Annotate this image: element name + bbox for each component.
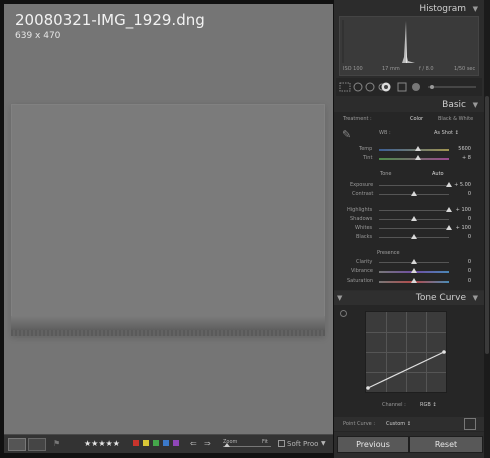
treatment-bw-option[interactable]: Black & White (438, 116, 473, 122)
exposure-label: Exposure (350, 182, 374, 188)
histogram-title: Histogram (419, 4, 466, 14)
develop-right-panel: Histogram ▼ ISO 100 17 mm f / 8.0 1/50 s… (334, 0, 484, 458)
shadows-value[interactable]: 0 (441, 216, 471, 222)
saturation-value[interactable]: 0 (441, 278, 471, 284)
contrast-knob[interactable] (411, 191, 417, 196)
tone-curve-header[interactable]: ▼ Tone Curve ▼ (334, 291, 484, 305)
color-label-yellow[interactable] (143, 440, 149, 446)
color-label-red[interactable] (133, 440, 139, 446)
histogram-aperture: f / 8.0 (419, 66, 434, 72)
histogram-focal: 17 mm (382, 66, 400, 72)
treatment-label: Treatment : (343, 116, 372, 122)
channel-select[interactable]: RGB ↕ (420, 402, 437, 408)
tint-value[interactable]: + 8 (441, 155, 471, 161)
edit-point-curve-icon[interactable] (464, 418, 476, 430)
collapse-triangle-icon[interactable]: ▼ (473, 98, 478, 112)
eyedropper-icon[interactable]: ✎ (342, 128, 351, 141)
wb-select[interactable]: As Shot ↕ (434, 130, 459, 136)
star-rating[interactable]: ★★★★★ (84, 439, 120, 449)
presence-label: Presence (377, 250, 400, 256)
saturation-label: Saturation (347, 278, 374, 284)
contrast-value[interactable]: 0 (441, 191, 471, 197)
collapse-triangle-icon[interactable]: ▼ (473, 2, 478, 16)
clarity-label: Clarity (356, 259, 373, 265)
vibrance-label: Vibrance (351, 268, 373, 274)
highlights-slider[interactable] (379, 210, 449, 211)
color-label-blue[interactable] (163, 440, 169, 446)
histogram-iso: ISO 100 (343, 66, 363, 72)
point-curve-label: Point Curve : (343, 421, 376, 427)
loupe-view-icon[interactable] (8, 438, 26, 451)
curve-toggle-icon[interactable]: ▼ (337, 291, 342, 305)
image-canvas[interactable]: 20080321-IMG_1929.dng 639 x 470 (4, 4, 333, 434)
whites-slider[interactable] (379, 228, 449, 229)
histogram-header[interactable]: Histogram ▼ (334, 2, 484, 16)
tint-label: Tint (363, 155, 373, 161)
back-arrow-icon[interactable]: ⇐ (190, 439, 197, 449)
vibrance-value[interactable]: 0 (441, 268, 471, 274)
fit-label: Fit (262, 439, 268, 445)
tool-strip (336, 78, 482, 96)
previous-button[interactable]: Previous (337, 436, 409, 453)
flag-icon[interactable]: ⚑ (53, 439, 60, 449)
blacks-knob[interactable] (411, 234, 417, 239)
treatment-color-option[interactable]: Color (410, 116, 423, 122)
blacks-value[interactable]: 0 (441, 234, 471, 240)
tone-label: Tone (380, 171, 392, 177)
exposure-slider[interactable] (379, 185, 449, 186)
color-label-green[interactable] (153, 440, 159, 446)
tint-slider[interactable] (379, 158, 449, 160)
basic-title: Basic (442, 100, 466, 110)
wb-label: WB : (379, 130, 391, 136)
blacks-label: Blacks (356, 234, 373, 240)
tool-strip-icons (339, 82, 476, 92)
forward-arrow-icon[interactable]: ⇒ (204, 439, 211, 449)
soft-proof-checkbox[interactable] (278, 440, 285, 447)
whites-value[interactable]: + 100 (441, 225, 471, 231)
scrollbar-thumb[interactable] (485, 96, 489, 354)
basic-header[interactable]: Basic ▼ (334, 98, 484, 112)
shadows-label: Shadows (350, 216, 373, 222)
clarity-value[interactable]: 0 (441, 259, 471, 265)
highlights-value[interactable]: + 100 (441, 207, 471, 213)
reset-button[interactable]: Reset (409, 436, 483, 453)
tone-auto-button[interactable]: Auto (432, 171, 444, 177)
whites-label: Whites (355, 225, 373, 231)
tint-knob[interactable] (415, 155, 422, 160)
color-label-purple[interactable] (173, 440, 179, 446)
photo-preview[interactable] (11, 104, 325, 336)
highlights-label: Highlights (347, 207, 373, 213)
vibrance-knob[interactable] (411, 268, 417, 273)
right-panel-scrollbar[interactable] (484, 0, 490, 458)
photo-surface-band (11, 316, 325, 336)
histogram-graph (342, 20, 415, 63)
temp-label: Temp (359, 146, 373, 152)
exposure-value[interactable]: + 5.00 (441, 182, 471, 188)
contrast-label: Contrast (352, 191, 374, 197)
file-dimensions: 639 x 470 (15, 31, 61, 41)
toolbar-menu-icon[interactable]: ▼ (321, 439, 326, 449)
saturation-knob[interactable] (411, 278, 417, 283)
temp-value[interactable]: 5600 (441, 146, 471, 152)
collapse-triangle-icon[interactable]: ▼ (473, 291, 478, 305)
bottom-toolbar: ⚑ ★★★★★ ⇐ ⇒ Zoom Fit Soft Proo ▼ (4, 434, 333, 453)
clarity-knob[interactable] (411, 259, 417, 264)
histogram: ISO 100 17 mm f / 8.0 1/50 sec (339, 16, 479, 76)
curve-line[interactable] (366, 312, 446, 392)
tone-curve-title: Tone Curve (415, 293, 466, 303)
file-name: 20080321-IMG_1929.dng (15, 11, 205, 29)
histogram-shutter: 1/50 sec (454, 66, 476, 72)
compare-view-icon[interactable] (28, 438, 46, 451)
zoom-knob[interactable] (224, 443, 230, 447)
shadows-knob[interactable] (411, 216, 417, 221)
tone-curve-graph[interactable] (365, 311, 447, 393)
targeted-adjust-icon[interactable] (340, 310, 347, 317)
channel-label: Channel : (382, 402, 406, 408)
soft-proof-label: Soft Proo (287, 440, 319, 448)
point-curve-select[interactable]: Custom ↕ (386, 421, 411, 427)
temp-knob[interactable] (414, 146, 421, 151)
